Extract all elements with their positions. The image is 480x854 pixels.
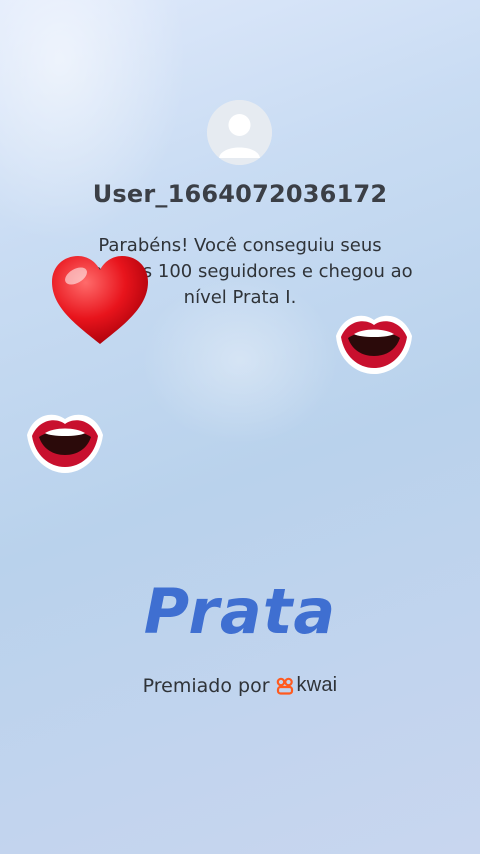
- awarded-by: Premiado por kwai: [0, 674, 480, 697]
- kwai-logo-icon: [276, 677, 293, 695]
- awarded-by-label: Premiado por: [142, 674, 270, 697]
- username: User_1664072036172: [92, 180, 388, 208]
- heart-emoji-icon: [52, 256, 148, 344]
- user-avatar-icon: [207, 100, 272, 165]
- user-avatar: [207, 100, 272, 165]
- kwai-logo: kwai: [276, 674, 338, 697]
- kwai-logo-text: kwai: [296, 674, 338, 696]
- lips-emoji-icon: [336, 315, 412, 374]
- lips-emoji-icon: [27, 414, 103, 473]
- level-title: Prata: [143, 575, 337, 648]
